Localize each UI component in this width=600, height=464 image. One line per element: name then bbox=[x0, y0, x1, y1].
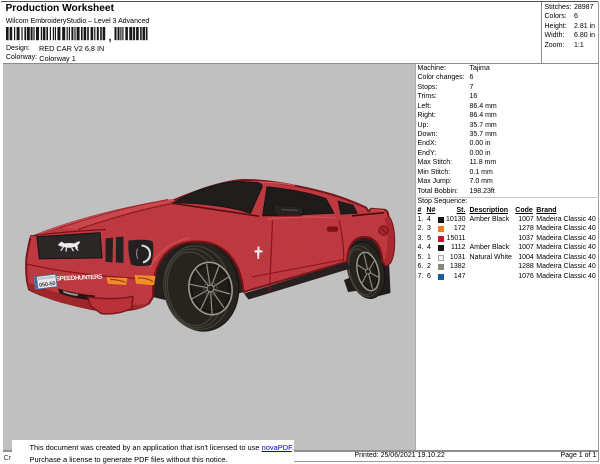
svg-text:,: , bbox=[108, 32, 111, 44]
